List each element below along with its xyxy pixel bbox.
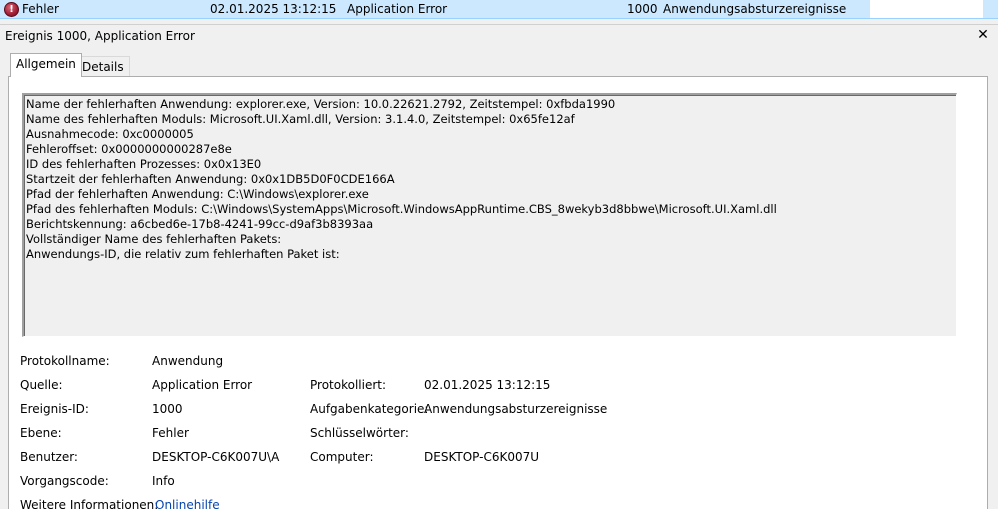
event-source: Application Error — [347, 2, 448, 16]
description-line: Berichtskennung: a6cbed6e-17b8-4241-99cc… — [26, 217, 374, 231]
protokolliert-label: Protokolliert: — [310, 378, 387, 392]
schluesselwoerter-label: Schlüsselwörter: — [310, 426, 409, 440]
onlinehilfe-link[interactable]: Onlinehilfe — [155, 498, 220, 509]
protokolliert-value: 02.01.2025 13:12:15 — [424, 378, 551, 392]
event-description-box[interactable]: Name der fehlerhaften Anwendung: explore… — [22, 93, 957, 337]
details-title-bar: Ereignis 1000, Application Error ✕ — [0, 24, 998, 46]
quelle-value: Application Error — [152, 378, 253, 392]
details-title: Ereignis 1000, Application Error — [5, 29, 195, 43]
computer-value: DESKTOP-C6K007U — [424, 450, 540, 464]
aufgabenkategorie-label: Aufgabenkategorie: — [310, 402, 429, 416]
ebene-value: Fehler — [152, 426, 189, 440]
ebene-label: Ebene: — [20, 426, 62, 440]
error-icon: ! — [4, 2, 19, 17]
description-line: Ausnahmecode: 0xc0000005 — [26, 127, 194, 141]
description-line: Startzeit der fehlerhaften Anwendung: 0x… — [26, 172, 395, 186]
benutzer-value: DESKTOP-C6K007U\A — [152, 450, 280, 464]
event-level: Fehler — [22, 2, 59, 16]
benutzer-label: Benutzer: — [20, 450, 78, 464]
protokollname-value: Anwendung — [152, 354, 224, 368]
tab-details[interactable]: Details — [76, 56, 130, 76]
event-list-row-selected[interactable]: ! Fehler 02.01.2025 13:12:15 Application… — [0, 0, 998, 19]
tab-allgemein[interactable]: Allgemein — [10, 53, 82, 77]
ereignis-id-value: 1000 — [152, 402, 183, 416]
ereignis-id-label: Ereignis-ID: — [20, 402, 89, 416]
description-line: Vollständiger Name des fehlerhaften Pake… — [26, 232, 282, 246]
quelle-label: Quelle: — [20, 378, 63, 392]
description-line: Name des fehlerhaften Moduls: Microsoft.… — [26, 112, 575, 126]
event-id: 1000 — [627, 2, 658, 16]
vorgangscode-value: Info — [152, 474, 175, 488]
computer-label: Computer: — [310, 450, 374, 464]
event-datetime: 02.01.2025 13:12:15 — [210, 2, 337, 16]
event-category: Anwendungsabsturzereignisse — [663, 2, 847, 16]
description-line: ID des fehlerhaften Prozesses: 0x0x13E0 — [26, 157, 262, 171]
description-line: Pfad der fehlerhaften Anwendung: C:\Wind… — [26, 187, 369, 201]
protokollname-label: Protokollname: — [20, 354, 110, 368]
close-icon[interactable]: ✕ — [975, 27, 991, 43]
weitere-informationen-label: Weitere Informationen: — [20, 498, 159, 509]
description-line: Name der fehlerhaften Anwendung: explore… — [26, 97, 616, 111]
description-line: Anwendungs-ID, die relativ zum fehlerhaf… — [26, 247, 340, 261]
row-blank-cell — [870, 0, 983, 18]
description-line: Fehleroffset: 0x0000000000287e8e — [26, 142, 232, 156]
vorgangscode-label: Vorgangscode: — [20, 474, 109, 488]
aufgabenkategorie-value: Anwendungsabsturzereignisse — [424, 402, 608, 416]
description-line: Pfad des fehlerhaften Moduls: C:\Windows… — [26, 202, 777, 216]
